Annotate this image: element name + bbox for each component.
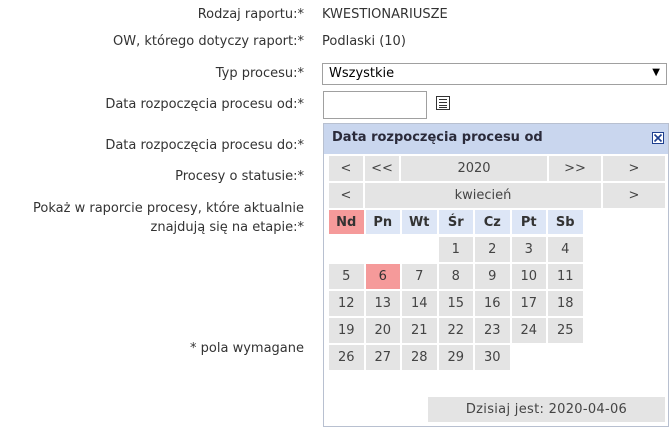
calendar-day[interactable]: 13: [364, 290, 401, 317]
calendar-day[interactable]: 23: [474, 317, 511, 344]
start-from-input[interactable]: [323, 91, 427, 119]
stage-label-line1: Pokaż w raporcie procesy, które aktualni…: [33, 201, 304, 216]
prev-year-fast-button[interactable]: <<: [364, 155, 400, 182]
calendar-day[interactable]: 11: [547, 263, 584, 290]
calendar-icon[interactable]: [436, 96, 450, 110]
calendar-day[interactable]: 2: [474, 236, 511, 263]
calendar-day[interactable]: 24: [510, 317, 547, 344]
calendar-day[interactable]: 3: [510, 236, 547, 263]
next-year-fast-button[interactable]: >>: [548, 155, 602, 182]
calendar-day[interactable]: 5: [328, 263, 365, 290]
calendar-day[interactable]: 20: [364, 317, 401, 344]
calendar-empty-cell: [328, 236, 365, 263]
calendar-day[interactable]: 12: [328, 290, 365, 317]
calendar-empty-cell: [364, 236, 401, 263]
weekday-header: Cz: [474, 209, 511, 235]
prev-month-button[interactable]: <: [328, 182, 364, 209]
calendar-empty-cell: [401, 236, 438, 263]
weekday-header: Wt: [401, 209, 438, 235]
calendar-day[interactable]: 25: [547, 317, 584, 344]
next-month-button[interactable]: >: [602, 182, 666, 209]
calendar-day[interactable]: 7: [401, 263, 438, 290]
calendar-day[interactable]: 4: [547, 236, 584, 263]
weekday-header: Pn: [364, 209, 401, 235]
process-type-label: Typ procesu:*: [215, 66, 304, 81]
calendar-header: Data rozpoczęcia procesu od: [324, 124, 668, 154]
calendar-day[interactable]: 8: [437, 263, 474, 290]
weekday-header: Sb: [547, 209, 584, 235]
weekday-header: Nd: [328, 209, 365, 235]
month-display: kwiecień: [364, 182, 602, 209]
calendar-day[interactable]: 26: [328, 344, 365, 371]
today-button[interactable]: Dzisiaj jest: 2020-04-06: [427, 396, 666, 423]
start-to-label: Data rozpoczęcia procesu do:*: [105, 138, 304, 153]
calendar-day[interactable]: 28: [401, 344, 438, 371]
calendar-day[interactable]: 27: [364, 344, 401, 371]
report-type-label: Rodzaj raportu:*: [197, 7, 304, 22]
calendar-empty-cell: [510, 344, 547, 371]
stage-label-line2: znajdują się na etapie:*: [150, 220, 305, 235]
calendar-popup: Data rozpoczęcia procesu od < << 2020 >>…: [323, 123, 669, 427]
calendar-day[interactable]: 17: [510, 290, 547, 317]
weekday-header: Śr: [437, 209, 474, 235]
calendar-day[interactable]: 6: [364, 263, 401, 290]
close-icon[interactable]: [652, 132, 664, 144]
status-label: Procesy o statusie:*: [175, 169, 304, 184]
process-type-select[interactable]: Wszystkie ▼: [322, 63, 667, 85]
next-year-button[interactable]: >: [602, 155, 666, 182]
ow-value: Podlaski (10): [322, 34, 406, 49]
weekday-header: Pt: [510, 209, 547, 235]
calendar-day[interactable]: 15: [437, 290, 474, 317]
calendar-day[interactable]: 30: [474, 344, 511, 371]
calendar-empty-cell: [547, 344, 584, 371]
calendar-day[interactable]: 21: [401, 317, 438, 344]
process-type-selected: Wszystkie: [329, 66, 395, 81]
calendar-title: Data rozpoczęcia procesu od: [332, 130, 543, 145]
calendar-day[interactable]: 1: [437, 236, 474, 263]
calendar-day[interactable]: 16: [474, 290, 511, 317]
calendar-day[interactable]: 18: [547, 290, 584, 317]
required-note: * pola wymagane: [190, 341, 304, 356]
calendar-day[interactable]: 9: [474, 263, 511, 290]
chevron-down-icon[interactable]: ▼: [652, 67, 660, 78]
report-type-value: KWESTIONARIUSZE: [322, 7, 448, 22]
year-display: 2020: [400, 155, 548, 182]
calendar-day[interactable]: 10: [510, 263, 547, 290]
calendar-day[interactable]: 29: [437, 344, 474, 371]
calendar-day[interactable]: 22: [437, 317, 474, 344]
start-from-label: Data rozpoczęcia procesu od:*: [105, 97, 304, 112]
calendar-day[interactable]: 19: [328, 317, 365, 344]
ow-label: OW, którego dotyczy raport:*: [113, 34, 304, 49]
calendar-day[interactable]: 14: [401, 290, 438, 317]
prev-year-button[interactable]: <: [328, 155, 364, 182]
